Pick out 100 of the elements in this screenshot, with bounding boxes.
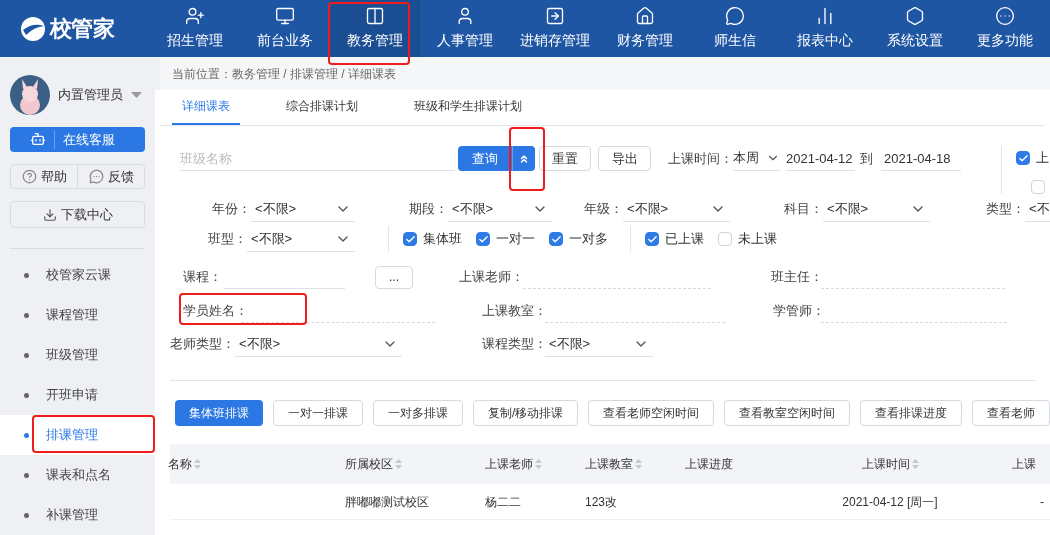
- chat-icon: [725, 6, 745, 26]
- date-field[interactable]: 2021-04-18: [881, 146, 961, 171]
- select-field[interactable]: <不: [1025, 196, 1050, 222]
- field-label: 年份：: [211, 200, 251, 219]
- sidebar-item[interactable]: 课程管理: [0, 295, 155, 335]
- checkbox[interactable]: [549, 232, 563, 246]
- column-header[interactable]: 上课时间: [861, 455, 919, 473]
- bullet-icon: [24, 432, 29, 438]
- select-field[interactable]: <不限>: [235, 331, 402, 357]
- select-field[interactable]: <不限>: [545, 331, 653, 357]
- nav-tab[interactable]: 财务管理: [600, 0, 690, 57]
- action-button[interactable]: 查看教室空闲时间: [724, 400, 851, 426]
- checkbox-label: 未上课: [738, 230, 777, 249]
- checkbox-label: 一对多: [569, 230, 608, 249]
- bullet-icon: [24, 512, 29, 518]
- action-button[interactable]: 集体班排课: [175, 400, 263, 426]
- action-button[interactable]: 查看老师: [972, 400, 1050, 426]
- select-field[interactable]: <不限>: [251, 196, 355, 222]
- nav-tab[interactable]: 进销存管理: [510, 0, 600, 57]
- column-header: 上课: [1012, 456, 1036, 473]
- chat-icon: [88, 169, 104, 184]
- field-label: 课程：: [183, 268, 223, 287]
- breadcrumb: 当前位置：教务管理 / 排课管理 / 详细课表: [172, 65, 396, 83]
- checkbox[interactable]: [476, 232, 490, 246]
- select-field[interactable]: <不限>: [623, 196, 730, 222]
- nav-tab[interactable]: 教务管理: [330, 0, 420, 57]
- feedback-button[interactable]: 反馈: [78, 164, 144, 189]
- tab[interactable]: 综合排课计划: [276, 89, 368, 125]
- help-button[interactable]: 帮助: [11, 164, 78, 189]
- book-icon: [365, 6, 385, 26]
- range-separator: 到: [860, 150, 873, 168]
- field-label: 上课教室：: [482, 302, 545, 321]
- column-header[interactable]: 上课教室: [585, 455, 642, 473]
- nav-tab[interactable]: 前台业务: [240, 0, 330, 57]
- sidebar-item[interactable]: 补课管理: [0, 495, 155, 535]
- more-icon: [995, 6, 1015, 26]
- checkbox[interactable]: [403, 232, 417, 246]
- action-button[interactable]: 复制/移动排课: [473, 400, 579, 426]
- nav-tab[interactable]: 更多功能: [960, 0, 1050, 57]
- dropdown-caret-icon: [131, 92, 142, 98]
- field-label: 课程类型：: [482, 335, 545, 354]
- bullet-icon: [24, 352, 29, 358]
- field-label: 班主任：: [771, 268, 821, 287]
- checkbox-label: 一对一: [496, 230, 535, 249]
- column-header[interactable]: 名称: [168, 455, 201, 473]
- select-field[interactable]: <不限>: [823, 196, 930, 222]
- sidebar-item[interactable]: 校管家云课: [0, 255, 155, 295]
- export-button[interactable]: 导出: [598, 146, 651, 171]
- nav-tab[interactable]: 人事管理: [420, 0, 510, 57]
- bullet-icon: [24, 312, 29, 318]
- checkbox-label: 集体班: [423, 230, 462, 249]
- field-label: 年级：: [583, 200, 623, 219]
- action-button[interactable]: 查看老师空闲时间: [588, 400, 715, 426]
- download-center-button[interactable]: 下载中心: [10, 201, 145, 228]
- settings-icon: [905, 6, 925, 26]
- nav-tab[interactable]: 系统设置: [870, 0, 960, 57]
- checkbox-label: 已上课: [665, 230, 704, 249]
- bullet-icon: [24, 392, 29, 398]
- user-name[interactable]: 内置管理员: [58, 85, 123, 105]
- user-plus-icon: [185, 6, 205, 26]
- search-field[interactable]: 班级名称: [180, 146, 455, 171]
- checkbox[interactable]: [645, 232, 659, 246]
- house-icon: [635, 6, 655, 26]
- field-label: 班型：: [207, 230, 247, 249]
- chevrons-up-icon: [518, 152, 530, 165]
- select-field[interactable]: <不限>: [247, 226, 355, 252]
- action-button[interactable]: 一对一排课: [273, 400, 363, 426]
- help-icon: [21, 169, 37, 184]
- nav-tab[interactable]: 招生管理: [150, 0, 240, 57]
- column-header[interactable]: 所属校区: [345, 455, 402, 473]
- nav-tab[interactable]: 报表中心: [780, 0, 870, 57]
- action-button[interactable]: 查看排课进度: [860, 400, 963, 426]
- action-button[interactable]: 一对多排课: [373, 400, 463, 426]
- avatar: [10, 75, 50, 115]
- logo-text: 校管家: [50, 15, 115, 43]
- column-header[interactable]: 上课老师: [485, 455, 542, 473]
- picker-button[interactable]: ...: [375, 265, 413, 289]
- field-label: 类型：: [985, 200, 1025, 219]
- bullet-icon: [24, 472, 29, 478]
- checkbox[interactable]: [1016, 151, 1030, 165]
- tab[interactable]: 详细课表: [172, 89, 240, 125]
- sidebar-item[interactable]: 开班申请: [0, 375, 155, 415]
- sidebar-item[interactable]: 课表和点名: [0, 455, 155, 495]
- sidebar-item[interactable]: 排课管理: [0, 415, 155, 455]
- sidebar-item[interactable]: 班级管理: [0, 335, 155, 375]
- date-field[interactable]: 2021-04-12: [786, 146, 855, 171]
- online-service-button[interactable]: 在线客服: [10, 127, 145, 152]
- field-label: 学员姓名：: [183, 302, 241, 321]
- tab[interactable]: 班级和学生排课计划: [404, 89, 532, 125]
- select-field[interactable]: <不限>: [448, 196, 552, 222]
- period-select[interactable]: 本周: [733, 146, 780, 171]
- table-cell-text: 123改: [585, 493, 618, 511]
- monitor-icon: [275, 6, 295, 26]
- table-cell-text: 2021-04-12 [周一]: [842, 493, 938, 511]
- download-icon: [42, 207, 57, 222]
- field-label: 期段：: [408, 200, 448, 219]
- field-label: 上课老师：: [459, 268, 523, 287]
- table-cell-text: 杨二二: [485, 493, 521, 511]
- reset-button[interactable]: 重置: [539, 146, 591, 171]
- nav-tab[interactable]: 师生信: [690, 0, 780, 57]
